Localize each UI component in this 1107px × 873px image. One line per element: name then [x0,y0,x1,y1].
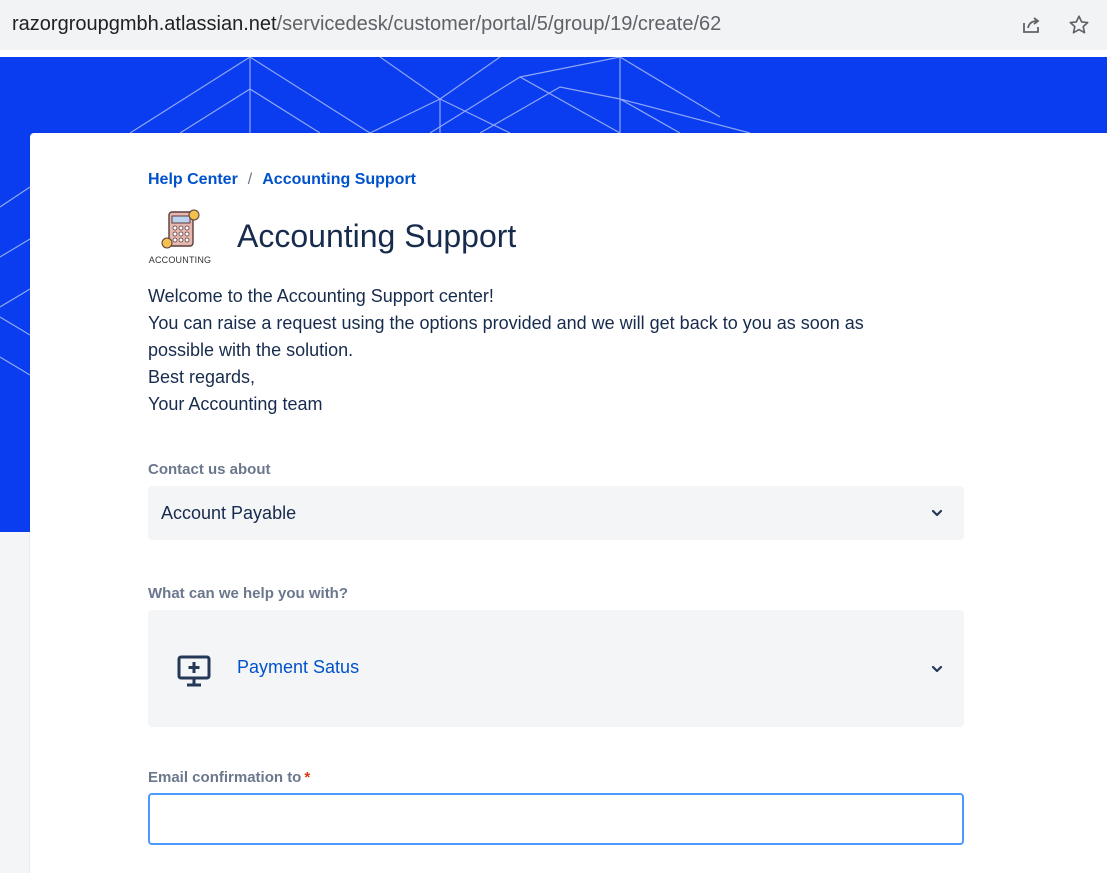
email-confirmation-label: Email confirmation to * [148,769,310,786]
description-line: Your Accounting team [148,394,323,414]
toolbar-divider [0,50,1107,57]
email-label-text: Email confirmation to [148,769,302,786]
url-path: /servicedesk/customer/portal/5/group/19/… [276,13,722,35]
logo-text: ACCOUNTING [148,255,212,265]
email-confirmation-input[interactable] [148,793,964,845]
portal-logo: ACCOUNTING [147,209,213,271]
calculator-icon [161,209,200,249]
description-line: Welcome to the Accounting Support center… [148,286,494,306]
request-form-card: Help Center / Accounting Support ACCOUNTIN… [30,133,1107,873]
breadcrumb-help-center[interactable]: Help Center [148,171,238,188]
help-with-label: What can we help you with? [148,585,349,602]
breadcrumb: Help Center / Accounting Support [148,171,416,189]
contact-us-about-label: Contact us about [148,461,271,478]
request-type-select[interactable]: Payment Satus [148,610,964,727]
breadcrumb-accounting-support[interactable]: Accounting Support [262,171,416,188]
description-line: You can raise a request using the option… [148,313,864,360]
url-host: razorgroupgmbh.atlassian.net [12,13,277,35]
share-icon[interactable] [1018,12,1044,38]
request-type-value: Payment Satus [237,657,360,677]
url-text[interactable]: razorgroupgmbh.atlassian.net/servicedesk… [12,13,721,36]
breadcrumb-separator: / [247,171,253,188]
address-bar[interactable]: razorgroupgmbh.atlassian.net/servicedesk… [0,0,1107,50]
page-title: Accounting Support [237,218,517,254]
monitor-plus-icon [177,655,211,687]
contact-select-value: Account Payable [161,503,297,523]
required-asterisk: * [304,769,311,786]
chevron-down-icon [931,509,943,517]
chevron-down-icon [931,665,943,673]
contact-us-about-select[interactable]: Account Payable [148,486,964,540]
portal-description: Welcome to the Accounting Support center… [148,283,928,418]
description-line: Best regards, [148,367,256,387]
star-icon[interactable] [1066,12,1092,38]
